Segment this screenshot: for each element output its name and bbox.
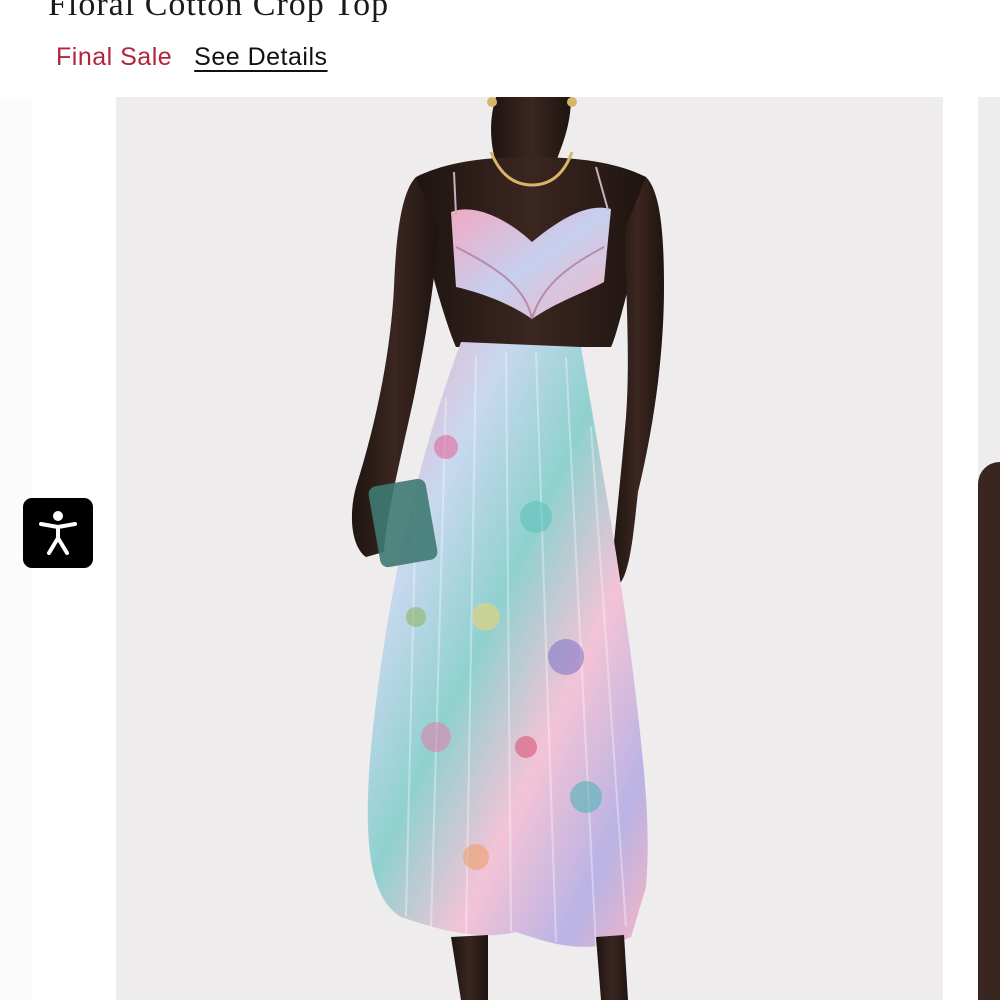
final-sale-badge: Final Sale [56, 43, 173, 71]
product-main-image[interactable] [116, 97, 943, 1000]
product-title: Floral Cotton Crop Top [48, 0, 390, 23]
accessibility-person-icon [39, 511, 77, 555]
next-image-preview [978, 462, 1000, 1000]
model-photo [351, 97, 664, 1000]
accessibility-button[interactable] [23, 498, 93, 568]
sale-info-row: Final Sale See Details [56, 43, 328, 72]
next-image-edge[interactable] [978, 97, 1000, 1000]
see-details-link[interactable]: See Details [194, 43, 327, 72]
